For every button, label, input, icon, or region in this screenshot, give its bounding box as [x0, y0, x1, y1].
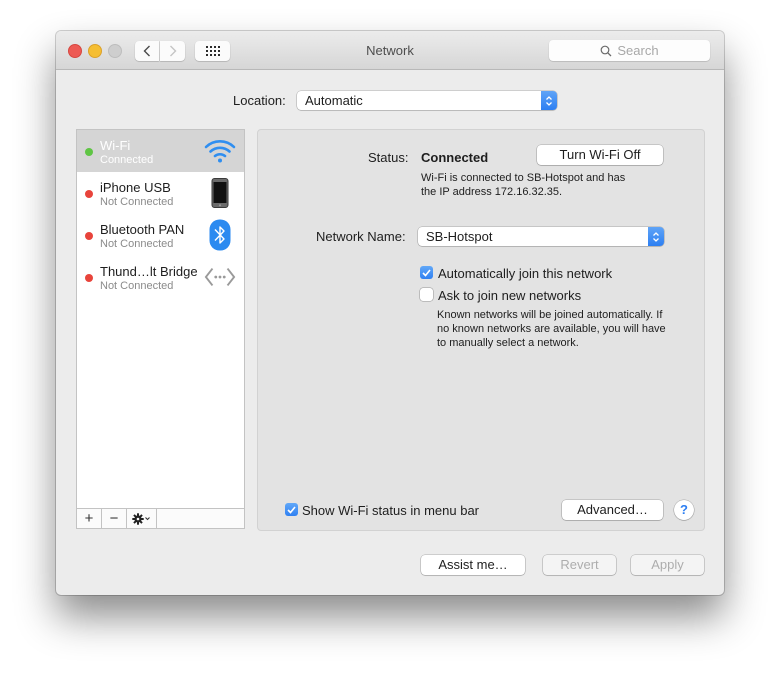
status-dot	[85, 232, 93, 240]
apply-button[interactable]: Apply	[631, 555, 704, 575]
popup-arrows-icon	[541, 91, 557, 110]
status-value: Connected	[421, 150, 489, 165]
network-name-popup[interactable]: SB-Hotspot	[418, 227, 664, 246]
service-name: iPhone USB	[100, 180, 171, 195]
turn-wifi-off-button[interactable]: Turn Wi-Fi Off	[537, 145, 663, 165]
action-menu-button[interactable]	[127, 509, 157, 528]
minus-icon: −	[109, 510, 119, 527]
location-value: Automatic	[305, 93, 363, 108]
service-name: Wi-Fi	[100, 138, 131, 153]
service-state: Connected	[100, 154, 154, 166]
checkmark-icon	[287, 505, 296, 514]
help-button[interactable]: ?	[674, 500, 694, 520]
ask-join-checkbox[interactable]	[420, 288, 433, 301]
auto-join-label[interactable]: Automatically join this network	[438, 266, 612, 281]
service-state: Not Connected	[100, 280, 174, 292]
show-status-checkbox[interactable]	[285, 503, 298, 516]
ask-join-label[interactable]: Ask to join new networks	[438, 288, 581, 303]
service-state: Not Connected	[100, 238, 174, 250]
show-status-label[interactable]: Show Wi-Fi status in menu bar	[302, 503, 479, 518]
revert-button[interactable]: Revert	[543, 555, 616, 575]
checkmark-icon	[422, 268, 431, 277]
service-name: Thund…lt Bridge	[100, 264, 198, 279]
search-placeholder: Search	[617, 43, 659, 58]
search-field[interactable]: Search	[549, 40, 710, 61]
gear-icon	[131, 512, 150, 525]
search-icon	[600, 45, 612, 56]
add-service-button[interactable]: +	[77, 509, 102, 528]
ask-join-description-line1: Known networks will be joined automatica…	[437, 309, 663, 321]
detail-panel: Status: Connected Turn Wi-Fi Off Wi-Fi i…	[257, 129, 705, 531]
service-list-toolbar: + −	[77, 508, 244, 528]
title-bar: Network Search	[56, 31, 724, 70]
network-name-label: Network Name:	[316, 229, 406, 244]
bluetooth-icon	[204, 219, 236, 251]
ask-join-description-line2: no known networks are available, you wil…	[437, 323, 666, 335]
status-description-line2: the IP address 172.16.32.35.	[421, 186, 563, 198]
auto-join-checkbox[interactable]	[420, 266, 433, 279]
remove-service-button[interactable]: −	[102, 509, 127, 528]
location-label: Location:	[233, 93, 286, 108]
status-dot	[85, 274, 93, 282]
assist-me-button[interactable]: Assist me…	[421, 555, 525, 575]
service-item-bluetooth-pan[interactable]: Bluetooth PAN Not Connected	[77, 214, 244, 256]
service-state: Not Connected	[100, 196, 174, 208]
plus-icon: +	[84, 510, 94, 527]
network-preferences-window: Network Search Location: Automatic Wi-Fi…	[56, 31, 724, 595]
ask-join-description-line3: to manually select a network.	[437, 337, 579, 349]
service-item-iphone-usb[interactable]: iPhone USB Not Connected	[77, 172, 244, 214]
advanced-button[interactable]: Advanced…	[562, 500, 663, 520]
service-name: Bluetooth PAN	[100, 222, 185, 237]
location-popup[interactable]: Automatic	[297, 91, 557, 110]
chevron-down-icon	[144, 516, 150, 520]
wifi-icon	[204, 135, 236, 167]
status-dot	[85, 190, 93, 198]
service-item-thunderbolt-bridge[interactable]: Thund…lt Bridge Not Connected	[77, 256, 244, 298]
network-name-value: SB-Hotspot	[426, 229, 493, 244]
status-label: Status:	[368, 150, 409, 165]
status-dot	[85, 148, 93, 156]
status-description-line1: Wi-Fi is connected to SB-Hotspot and has	[421, 172, 626, 184]
iphone-icon	[204, 177, 236, 209]
service-item-wifi[interactable]: Wi-Fi Connected	[77, 130, 244, 172]
popup-arrows-icon	[648, 227, 664, 246]
thunderbolt-bridge-icon	[204, 261, 236, 293]
service-list: Wi-Fi Connected iPhone USB Not Connected	[76, 129, 245, 529]
